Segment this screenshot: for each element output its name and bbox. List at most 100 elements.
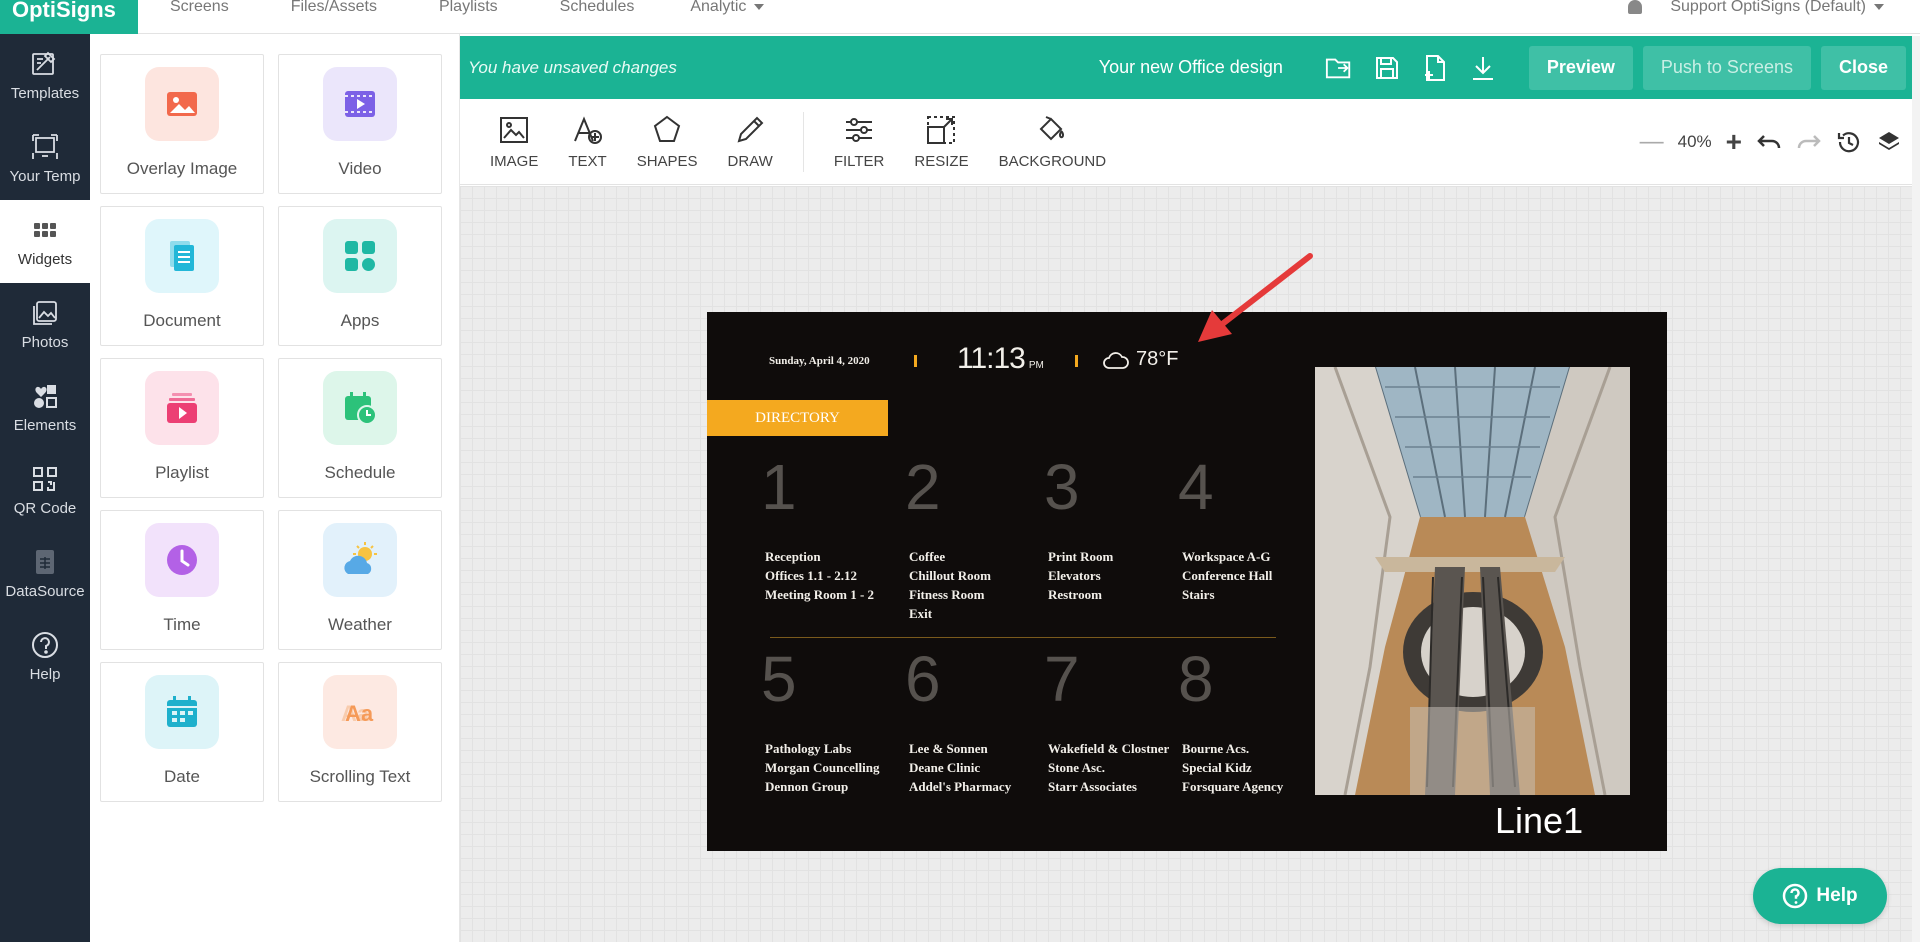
design-name[interactable]: Your new Office design: [1099, 57, 1283, 78]
widget-tile: [145, 219, 219, 293]
section-number: 6: [905, 643, 941, 715]
widget-tile: [145, 675, 219, 749]
footer-text[interactable]: Line1: [1495, 800, 1583, 842]
video-icon: [345, 91, 375, 117]
section-line: Special Kidz: [1182, 760, 1252, 775]
editor-header: You have unsaved changes Your new Office…: [460, 36, 1920, 99]
annotation-arrow: [1198, 253, 1313, 342]
section-number: 5: [761, 643, 797, 715]
tool-shapes[interactable]: SHAPES: [637, 113, 698, 170]
section-text[interactable]: Reception Offices 1.1 - 2.12 Meeting Roo…: [765, 547, 874, 604]
rail-label: Elements: [13, 417, 77, 434]
widget-document[interactable]: Document: [100, 206, 264, 346]
tool-text[interactable]: TEXT: [568, 113, 607, 170]
rail-item-elements[interactable]: Elements: [0, 366, 90, 449]
nav-right: Support OptiSigns (Default): [1628, 0, 1884, 16]
zoom-out-icon[interactable]: —: [1640, 128, 1664, 156]
unsaved-changes-notice: You have unsaved changes: [468, 57, 677, 77]
rail-item-widgets[interactable]: Widgets: [0, 200, 90, 283]
directory-divider: [770, 637, 1276, 638]
download-icon[interactable]: [1469, 54, 1497, 82]
save-icon[interactable]: [1373, 54, 1401, 82]
tool-image[interactable]: IMAGE: [490, 113, 538, 170]
photos-icon: [33, 301, 57, 325]
nav-files-assets[interactable]: Files/Assets: [291, 0, 377, 16]
building-photo[interactable]: [1315, 367, 1630, 795]
design-weather[interactable]: 78°F: [1102, 348, 1178, 371]
separator-mark: [1075, 355, 1078, 367]
widget-label: Scrolling Text: [309, 767, 411, 786]
section-text[interactable]: Workspace A-G Conference Hall Stairs: [1182, 547, 1272, 604]
save-as-icon[interactable]: [1421, 54, 1449, 82]
tool-resize[interactable]: RESIZE: [914, 113, 969, 170]
layers-icon[interactable]: [1876, 129, 1902, 155]
undo-icon[interactable]: [1756, 132, 1782, 152]
widget-video[interactable]: Video: [278, 54, 442, 194]
svg-text:Aa: Aa: [345, 701, 374, 726]
tool-label: TEXT: [568, 153, 607, 170]
tool-label: DRAW: [727, 153, 773, 170]
rail-item-qr-code[interactable]: QR Code: [0, 449, 90, 532]
tool-draw[interactable]: DRAW: [728, 113, 773, 170]
account-name: Support OptiSigns (Default): [1670, 0, 1866, 15]
widget-scrolling-text[interactable]: Aa Aa Scrolling Text: [278, 662, 442, 802]
nav-analytic[interactable]: Analytic: [690, 0, 765, 16]
design-artboard[interactable]: Sunday, April 4, 2020 11:13 PM 78°F DIREC…: [707, 312, 1667, 851]
widget-weather[interactable]: Weather: [278, 510, 442, 650]
widget-schedule[interactable]: Schedule: [278, 358, 442, 498]
close-button[interactable]: Close: [1820, 45, 1906, 90]
tool-label: RESIZE: [914, 153, 969, 170]
section-line: Stone Asc.: [1048, 760, 1106, 775]
widget-tile: [145, 371, 219, 445]
editor-toolbar: IMAGE TEXT SHAPES DRAW FILTER RESIZE BAC…: [460, 99, 1920, 185]
nav-schedules[interactable]: Schedules: [560, 0, 635, 16]
history-icon[interactable]: [1836, 129, 1862, 155]
nav-screens[interactable]: Screens: [170, 0, 229, 16]
rail-item-help[interactable]: Help: [0, 615, 90, 698]
section-text[interactable]: Bourne Acs. Special Kidz Forsquare Agenc…: [1182, 739, 1283, 796]
help-button[interactable]: Help: [1753, 868, 1887, 924]
your-templates-icon: [32, 134, 58, 159]
widget-time[interactable]: Time: [100, 510, 264, 650]
tool-filter[interactable]: FILTER: [833, 113, 885, 170]
cloud-icon: [1103, 351, 1129, 369]
rail-item-your-templates[interactable]: Your Temp: [0, 117, 90, 200]
redo-icon[interactable]: [1796, 132, 1822, 152]
nav-playlists[interactable]: Playlists: [439, 0, 498, 16]
design-time[interactable]: 11:13 PM: [957, 342, 1044, 376]
section-text[interactable]: Wakefield & Clostner Stone Asc. Starr As…: [1048, 739, 1169, 796]
tool-label: SHAPES: [636, 153, 698, 170]
widget-playlist[interactable]: Playlist: [100, 358, 264, 498]
widget-date[interactable]: Date: [100, 662, 264, 802]
shapes-icon: [653, 115, 681, 142]
section-line: Pathology Labs: [765, 741, 852, 756]
calendar-icon: [167, 696, 197, 727]
document-icon: [170, 241, 194, 271]
rail-item-photos[interactable]: Photos: [0, 283, 90, 366]
tool-background[interactable]: BACKGROUND: [999, 113, 1106, 170]
section-line: Fitness Room: [909, 587, 985, 602]
account-menu[interactable]: Support OptiSigns (Default): [1670, 0, 1884, 16]
zoom-in-icon[interactable]: +: [1726, 126, 1742, 158]
directory-label[interactable]: DIRECTORY: [707, 400, 888, 436]
section-text[interactable]: Coffee Chillout Room Fitness Room Exit: [909, 547, 991, 623]
section-line: Wakefield & Clostner: [1048, 741, 1170, 756]
bell-icon[interactable]: [1628, 0, 1643, 14]
section-number: 3: [1044, 451, 1080, 523]
section-line: Dennon Group: [765, 779, 849, 794]
section-text[interactable]: Pathology Labs Morgan Councelling Dennon…: [765, 739, 879, 796]
push-to-screens-button[interactable]: Push to Screens: [1642, 45, 1811, 90]
section-text[interactable]: Lee & Sonnen Deane Clinic Addel's Pharma…: [909, 739, 1011, 796]
open-folder-icon[interactable]: [1325, 54, 1353, 82]
tool-label: FILTER: [833, 153, 885, 170]
preview-button[interactable]: Preview: [1528, 45, 1633, 90]
widget-overlay-image[interactable]: Overlay Image: [100, 54, 264, 194]
rail-item-templates[interactable]: Templates: [0, 34, 90, 117]
vertical-scrollbar[interactable]: [1912, 36, 1920, 942]
design-date[interactable]: Sunday, April 4, 2020: [769, 355, 870, 367]
section-line: Forsquare Agency: [1182, 779, 1284, 794]
widget-apps[interactable]: Apps: [278, 206, 442, 346]
brand-logo[interactable]: OptiSigns: [0, 0, 138, 34]
rail-item-datasource[interactable]: DataSource: [0, 532, 90, 615]
section-text[interactable]: Print Room Elevators Restroom: [1048, 547, 1113, 604]
